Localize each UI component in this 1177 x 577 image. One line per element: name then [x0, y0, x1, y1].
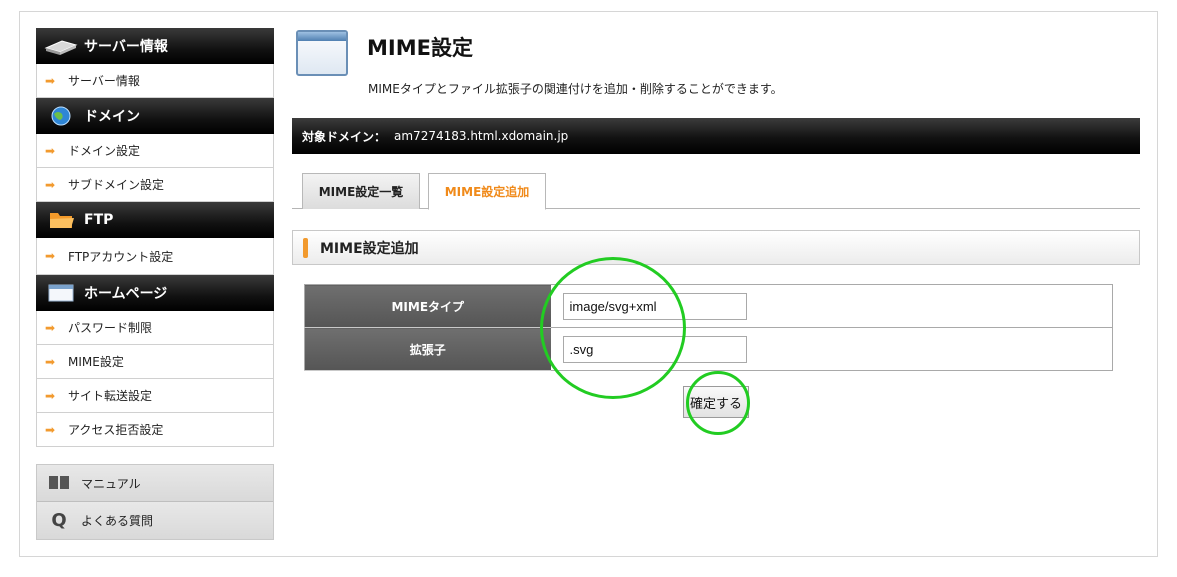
mime-type-input[interactable] [562, 292, 747, 320]
section-heading: MIME設定追加 [292, 230, 1140, 265]
faq-link[interactable]: Q よくある質問 [37, 502, 273, 539]
sidebar-extras: マニュアル Q よくある質問 [36, 464, 274, 540]
sidebar: サーバー情報 ➡ サーバー情報 ドメイン ➡ ドメイン設定 ➡ サブドメイン設定… [36, 28, 274, 447]
sidebar-heading-homepage: ホームページ [36, 275, 274, 311]
target-domain-label: 対象ドメイン： [302, 129, 387, 144]
arrow-right-icon: ➡ [45, 388, 56, 403]
arrow-right-icon: ➡ [45, 422, 56, 437]
page-title: MIME設定 [367, 36, 473, 60]
sidebar-heading-domain: ドメイン [36, 98, 274, 134]
confirm-button[interactable]: 確定する [683, 386, 749, 418]
extension-input[interactable] [562, 335, 747, 363]
sidebar-item-mime-settings[interactable]: ➡ MIME設定 [36, 345, 274, 379]
window-icon [44, 283, 78, 303]
sidebar-item-domain-settings[interactable]: ➡ ドメイン設定 [36, 134, 274, 168]
table-row: MIMEタイプ [304, 284, 1113, 328]
folder-icon [44, 210, 78, 230]
q-icon: Q [51, 510, 67, 531]
tab-bar: MIME設定一覧 MIME設定追加 [292, 173, 1140, 210]
table-row: 拡張子 [304, 327, 1113, 371]
sidebar-heading-server: サーバー情報 [36, 28, 274, 64]
sidebar-item-label: サイト転送設定 [68, 389, 153, 403]
faq-label: よくある質問 [81, 514, 154, 528]
target-domain-value: am7274183.html.xdomain.jp [394, 129, 569, 143]
book-icon [47, 474, 71, 493]
sidebar-item-password-restriction[interactable]: ➡ パスワード制限 [36, 311, 274, 345]
sidebar-item-label: パスワード制限 [68, 321, 153, 335]
sidebar-item-label: サブドメイン設定 [68, 178, 165, 192]
manual-label: マニュアル [81, 476, 141, 491]
sidebar-heading-label: ドメイン [84, 109, 140, 125]
sidebar-item-label: サーバー情報 [68, 74, 140, 88]
arrow-right-icon: ➡ [45, 249, 56, 263]
sidebar-heading-ftp: FTP [36, 202, 274, 238]
target-domain-bar: 対象ドメイン： am7274183.html.xdomain.jp [292, 118, 1140, 154]
sidebar-item-label: アクセス拒否設定 [68, 423, 164, 437]
sidebar-item-server-info[interactable]: ➡ サーバー情報 [36, 64, 274, 98]
sidebar-heading-label: サーバー情報 [84, 39, 168, 55]
sidebar-item-ftp-account[interactable]: ➡ FTPアカウント設定 [36, 238, 274, 275]
sidebar-item-label: ドメイン設定 [68, 144, 141, 158]
sidebar-item-site-redirect[interactable]: ➡ サイト転送設定 [36, 379, 274, 413]
arrow-right-icon: ➡ [45, 320, 56, 335]
extension-label: 拡張子 [304, 327, 551, 371]
mime-type-cell [550, 284, 1113, 328]
extension-cell [550, 327, 1113, 371]
arrow-right-icon: ➡ [45, 73, 56, 88]
sidebar-item-subdomain-settings[interactable]: ➡ サブドメイン設定 [36, 168, 274, 202]
mime-form-table: MIMEタイプ 拡張子 [304, 284, 1113, 371]
tab-mime-list[interactable]: MIME設定一覧 [302, 173, 420, 209]
globe-icon [44, 106, 78, 126]
sidebar-item-label: FTPアカウント設定 [68, 249, 174, 264]
window-icon [296, 30, 348, 76]
manual-link[interactable]: マニュアル [37, 465, 273, 502]
tab-mime-add[interactable]: MIME設定追加 [428, 173, 546, 210]
sidebar-item-label: MIME設定 [68, 355, 124, 369]
arrow-right-icon: ➡ [45, 354, 56, 369]
mime-type-label: MIMEタイプ [304, 284, 551, 328]
arrow-right-icon: ➡ [45, 143, 56, 158]
server-icon [44, 36, 78, 56]
sidebar-heading-label: FTP [84, 212, 114, 228]
arrow-right-icon: ➡ [45, 177, 56, 192]
page-description: MIMEタイプとファイル拡張子の関連付けを追加・削除することができます。 [368, 82, 783, 96]
section-accent-bar [303, 237, 308, 258]
sidebar-item-access-deny[interactable]: ➡ アクセス拒否設定 [36, 413, 274, 447]
sidebar-heading-label: ホームページ [84, 286, 168, 302]
section-title: MIME設定追加 [320, 240, 419, 257]
